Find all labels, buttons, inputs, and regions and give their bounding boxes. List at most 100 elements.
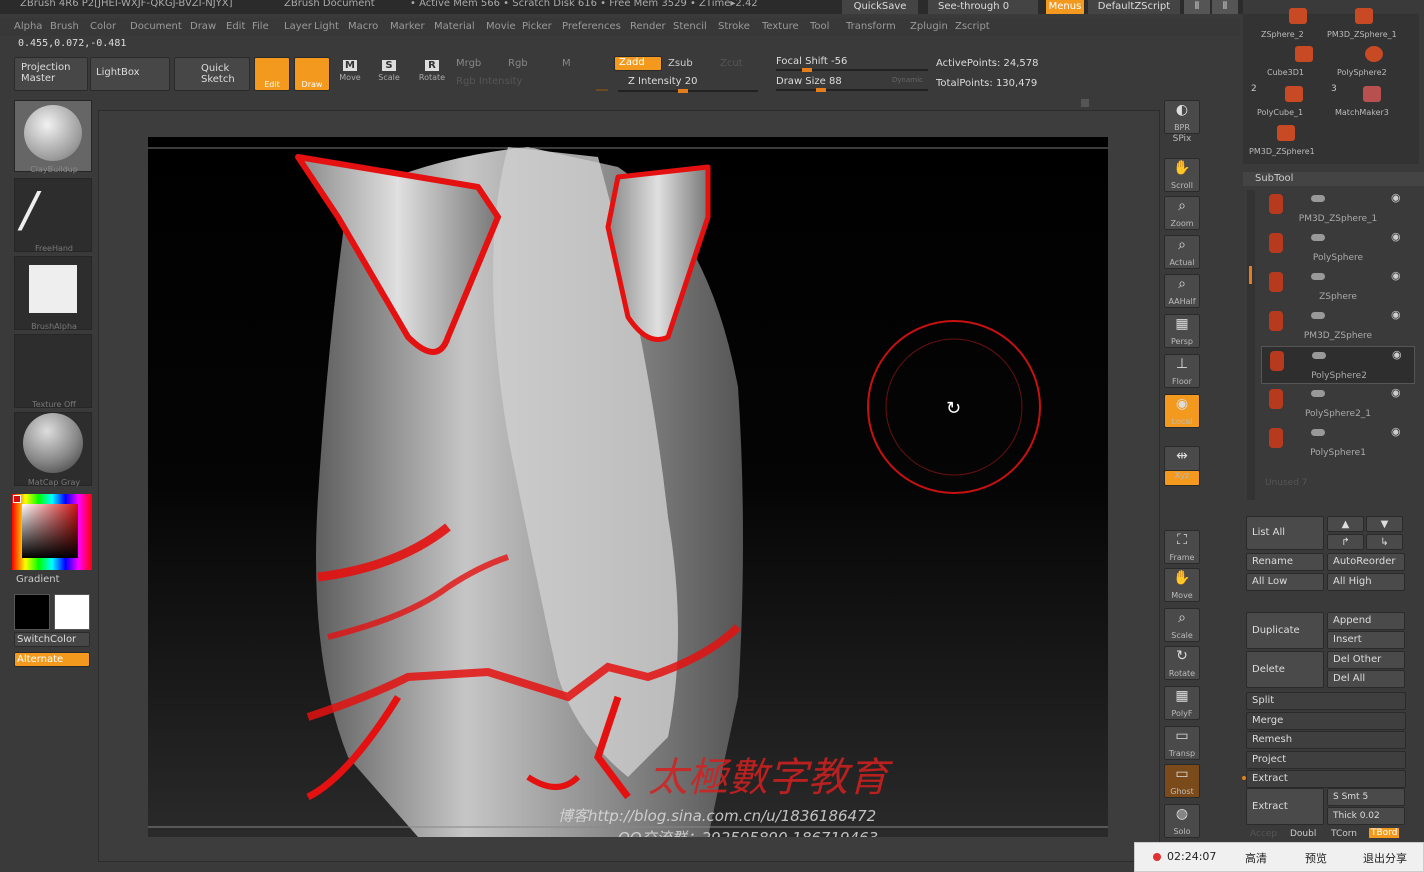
subtool-toggle-icon[interactable] — [1311, 390, 1325, 397]
tool-thumb[interactable]: PM3D_ZSphere1 — [1249, 123, 1325, 159]
subtool-row[interactable]: ◉ ZSphere — [1261, 268, 1415, 306]
project-section[interactable]: Project — [1246, 751, 1406, 769]
focal-shift-slider[interactable]: Focal Shift -56 — [776, 56, 847, 67]
append-button[interactable]: Append — [1327, 612, 1405, 630]
subtool-toggle-icon[interactable] — [1311, 273, 1325, 280]
menu-preferences[interactable]: Preferences — [562, 21, 621, 32]
secondary-color[interactable] — [14, 594, 50, 630]
autoreorder-button[interactable]: AutoReorder — [1327, 553, 1405, 571]
delete-button[interactable]: Delete — [1246, 651, 1324, 688]
z-intensity-slider[interactable]: Z Intensity 20 — [628, 76, 697, 87]
main-color[interactable] — [54, 594, 90, 630]
menu-material[interactable]: Material — [434, 21, 475, 32]
subtool-scroll-thumb[interactable] — [1249, 266, 1252, 284]
alpha-selector[interactable]: BrushAlpha — [14, 256, 92, 331]
menu-transform[interactable]: Transform — [846, 21, 896, 32]
material-selector[interactable]: MatCap Gray — [14, 412, 92, 487]
shelf-transp-button[interactable]: ▭ Transp — [1164, 726, 1200, 760]
default-zscript-button[interactable]: DefaultZScript — [1088, 0, 1180, 14]
rename-button[interactable]: Rename — [1246, 553, 1324, 571]
menu-file[interactable]: File — [252, 21, 269, 32]
menu-stroke[interactable]: Stroke — [718, 21, 750, 32]
switch-color-button[interactable]: SwitchColor — [14, 632, 90, 647]
document-viewport[interactable]: ↻ 太極數字教育 博客http://blog.sina.com.cn/u/183… — [148, 137, 1108, 837]
menu-marker[interactable]: Marker — [390, 21, 425, 32]
subtool-toggle-icon[interactable] — [1311, 234, 1325, 241]
subtool-row[interactable]: ◉ PolySphere1 — [1261, 424, 1415, 462]
menu-alpha[interactable]: Alpha — [14, 21, 42, 32]
quicksave-button[interactable]: QuickSave — [842, 0, 918, 14]
tool-thumb[interactable]: PolySphere2 — [1337, 44, 1413, 80]
all-low-button[interactable]: All Low — [1246, 573, 1324, 591]
edit-button[interactable]: Edit — [254, 57, 290, 91]
all-high-button[interactable]: All High — [1327, 573, 1405, 591]
subtool-toggle-icon[interactable] — [1312, 352, 1326, 359]
visibility-eye-icon[interactable]: ◉ — [1391, 386, 1401, 399]
extract-section[interactable]: Extract — [1246, 770, 1406, 788]
menu-brush[interactable]: Brush — [50, 21, 79, 32]
tcorner-toggle[interactable]: TCorn — [1331, 829, 1357, 839]
draw-size-slider[interactable]: Draw Size 88 — [776, 76, 842, 87]
visibility-eye-icon[interactable]: ◉ — [1392, 348, 1402, 361]
shelf-aahalf-button[interactable]: ⌕ AAHalf — [1164, 274, 1200, 308]
move-up-arrow-icon[interactable]: ▲ — [1327, 516, 1364, 532]
subtool-row[interactable]: ◉ PM3D_ZSphere — [1261, 307, 1415, 345]
del-other-button[interactable]: Del Other — [1327, 651, 1405, 669]
menus-toggle[interactable]: Menus — [1046, 0, 1084, 14]
alternate-button[interactable]: Alternate — [14, 652, 90, 667]
subtool-row[interactable]: ◉ PM3D_ZSphere_1 — [1261, 190, 1415, 228]
shelf-move-button[interactable]: ✋ Move — [1164, 568, 1200, 602]
menu-color[interactable]: Color — [90, 21, 116, 32]
visibility-eye-icon[interactable]: ◉ — [1391, 269, 1401, 282]
shelf-floor-button[interactable]: ⊥ Floor — [1164, 354, 1200, 388]
layout2-icon[interactable]: ⫴ — [1212, 0, 1238, 14]
duplicate-button[interactable]: Duplicate — [1246, 612, 1324, 649]
accept-button[interactable]: Accep — [1250, 829, 1277, 839]
rgb-toggle[interactable]: Rgb — [508, 58, 528, 69]
shelf-persp-button[interactable]: ▦ Persp — [1164, 314, 1200, 348]
extract-button[interactable]: Extract — [1246, 788, 1324, 825]
gradient-label[interactable]: Gradient — [16, 574, 60, 585]
mrgb-toggle[interactable]: Mrgb — [456, 58, 481, 69]
visibility-eye-icon[interactable]: ◉ — [1391, 230, 1401, 243]
menu-movie[interactable]: Movie — [486, 21, 516, 32]
shelf-scroll-button[interactable]: ✋ Scroll — [1164, 158, 1200, 192]
rgb-intensity-slider[interactable]: Rgb Intensity — [456, 76, 522, 87]
shelf-zoom-button[interactable]: ⌕ Zoom — [1164, 196, 1200, 230]
tool-thumb[interactable]: ZSphere_2 — [1261, 6, 1337, 42]
list-all-button[interactable]: List All — [1246, 516, 1324, 550]
preview-button[interactable]: 预览 — [1305, 850, 1327, 866]
double-toggle[interactable]: Doubl — [1290, 829, 1316, 839]
subtool-row[interactable]: ◉ PolySphere2 — [1261, 346, 1415, 384]
menu-stencil[interactable]: Stencil — [673, 21, 707, 32]
del-all-button[interactable]: Del All — [1327, 670, 1405, 688]
rotate-button[interactable]: R Rotate — [416, 58, 448, 92]
turn-down-arrow-icon[interactable]: ↳ — [1366, 534, 1403, 550]
brush-selector[interactable]: ClayBuildup — [14, 100, 92, 174]
layout-icon[interactable]: ⫴ — [1184, 0, 1210, 14]
insert-button[interactable]: Insert — [1327, 631, 1405, 649]
subtool-toggle-icon[interactable] — [1311, 312, 1325, 319]
split-section[interactable]: Split — [1246, 692, 1406, 710]
texture-selector[interactable]: Texture Off — [14, 334, 92, 409]
menu-zscript[interactable]: Zscript — [955, 21, 990, 32]
subtool-toggle-icon[interactable] — [1311, 195, 1325, 202]
m-toggle[interactable]: M — [562, 58, 571, 69]
shelf-scale-button[interactable]: ⌕ Scale — [1164, 608, 1200, 642]
subtool-toggle-icon[interactable] — [1311, 429, 1325, 436]
shelf-actual-button[interactable]: ⌕ Actual — [1164, 235, 1200, 269]
tool-thumb[interactable]: Cube3D1 — [1267, 44, 1343, 80]
hd-button[interactable]: 高清 — [1245, 850, 1267, 866]
lightbox-button[interactable]: LightBox — [90, 57, 170, 91]
quick-sketch-button[interactable]: Quick Sketch — [174, 57, 250, 91]
menu-light[interactable]: Light — [314, 21, 339, 32]
shelf-frame-button[interactable]: ⛶ Frame — [1164, 530, 1200, 564]
canvas-resize-handle[interactable] — [1081, 99, 1089, 107]
remesh-section[interactable]: Remesh — [1246, 731, 1406, 749]
color-picker[interactable] — [12, 494, 92, 570]
subtool-row[interactable]: ◉ PolySphere2_1 — [1261, 385, 1415, 423]
menu-zplugin[interactable]: Zplugin — [910, 21, 948, 32]
zadd-button[interactable]: Zadd — [614, 56, 662, 71]
tborder-toggle[interactable]: TBord — [1369, 828, 1400, 838]
subtool-row[interactable]: ◉ PolySphere — [1261, 229, 1415, 267]
